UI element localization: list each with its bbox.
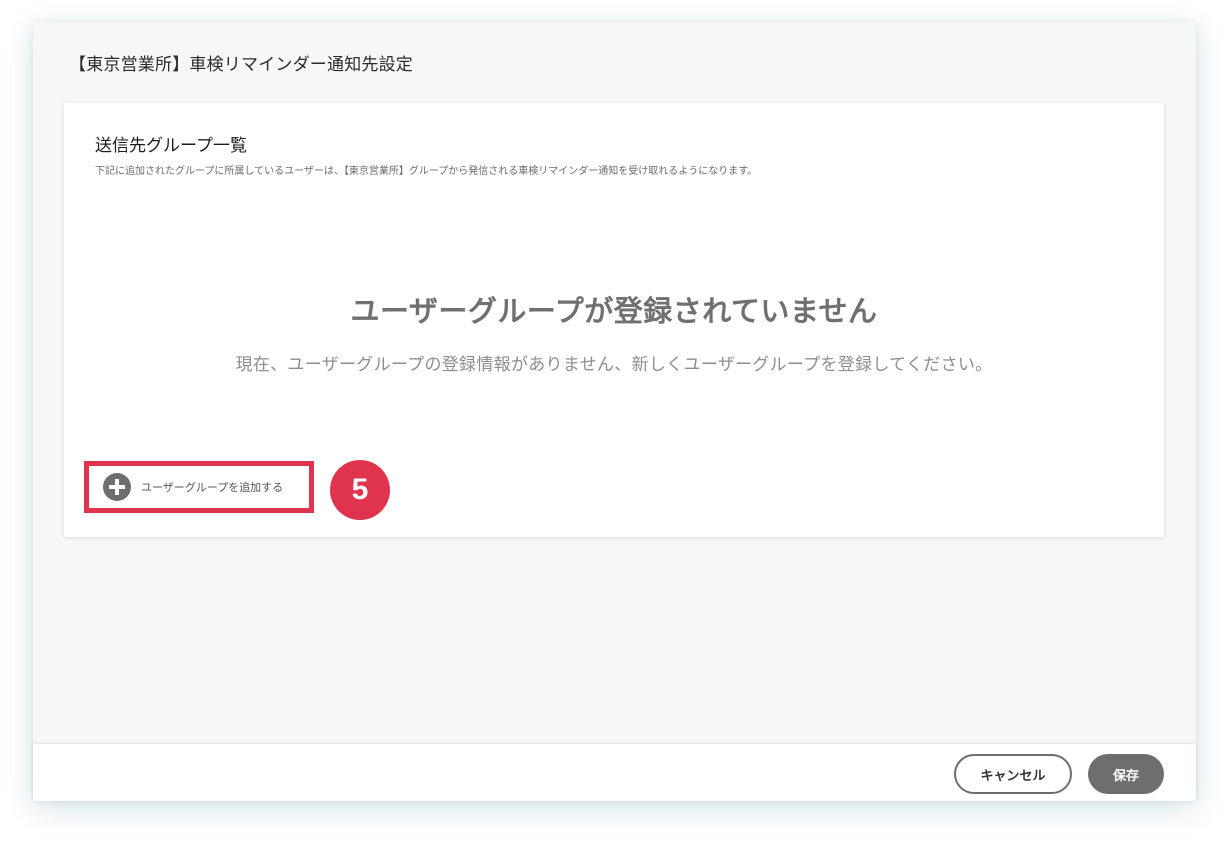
empty-state-message: 現在、ユーザーグループの登録情報がありません、新しくユーザーグループを登録してく… <box>235 355 993 375</box>
settings-dialog: 【東京営業所】車検リマインダー通知先設定 送信先グループ一覧 下記に追加されたグ… <box>33 22 1196 801</box>
save-button[interactable]: 保存 <box>1088 754 1164 794</box>
plus-circle-icon <box>103 473 131 501</box>
add-user-group-label: ユーザーグループを追加する <box>141 481 284 494</box>
cancel-button[interactable]: キャンセル <box>954 754 1072 794</box>
section-title: 送信先グループ一覧 <box>95 136 247 156</box>
step-number-badge: 5 <box>330 460 390 520</box>
dialog-footer: キャンセル 保存 <box>33 744 1196 801</box>
empty-state-heading: ユーザーグループが登録されていません <box>350 294 878 328</box>
section-description: 下記に追加されたグループに所属しているユーザーは、【東京営業所】グループから発信… <box>95 166 758 177</box>
add-user-group-button[interactable]: ユーザーグループを追加する <box>84 461 314 513</box>
recipient-group-card: 送信先グループ一覧 下記に追加されたグループに所属しているユーザーは、【東京営業… <box>64 103 1164 537</box>
dialog-title: 【東京営業所】車検リマインダー通知先設定 <box>69 55 413 75</box>
